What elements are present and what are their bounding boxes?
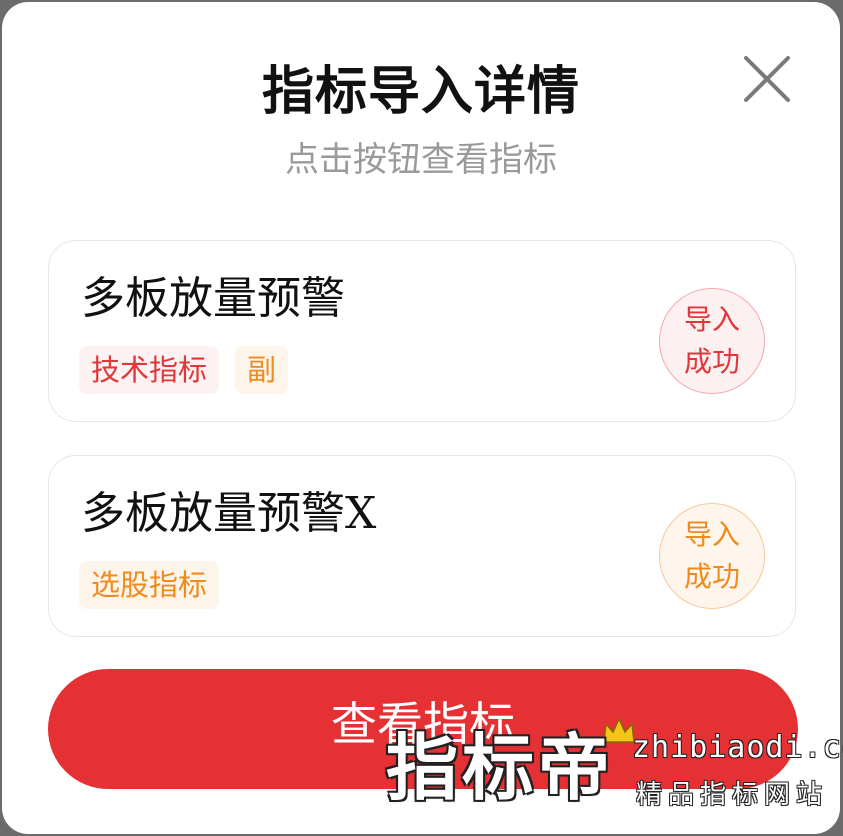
indicator-name: 多板放量预警X (81, 488, 377, 539)
view-indicators-button[interactable]: 查看指标 (48, 669, 798, 789)
tag-stock-selection-indicator: 选股指标 (79, 561, 220, 609)
badge-line-2: 成功 (683, 560, 740, 593)
dialog-title: 指标导入详情 (261, 62, 580, 122)
close-button[interactable] (740, 52, 794, 106)
badge-line-1: 导入 (683, 518, 740, 551)
import-success-badge: 导入 成功 (659, 503, 765, 609)
tag-technical-indicator: 技术指标 (79, 346, 220, 394)
indicator-name: 多板放量预警 (81, 273, 345, 324)
dialog-subtitle: 点击按钮查看指标 (285, 140, 557, 180)
indicator-tags: 选股指标 (79, 561, 220, 609)
badge-line-1: 导入 (683, 303, 740, 336)
indicator-name-suffix: X (345, 488, 377, 539)
close-icon (744, 56, 790, 102)
badge-line-2: 成功 (683, 345, 740, 378)
import-details-dialog: 指标导入详情 点击按钮查看指标 多板放量预警 技术指标 副 导入 成功 多板放量… (2, 2, 840, 834)
indicator-card[interactable]: 多板放量预警X 选股指标 导入 成功 (48, 455, 796, 637)
indicator-tags: 技术指标 副 (79, 346, 289, 394)
import-success-badge: 导入 成功 (659, 288, 765, 394)
tag-sub-chart: 副 (235, 346, 289, 394)
indicator-card[interactable]: 多板放量预警 技术指标 副 导入 成功 (48, 240, 796, 422)
